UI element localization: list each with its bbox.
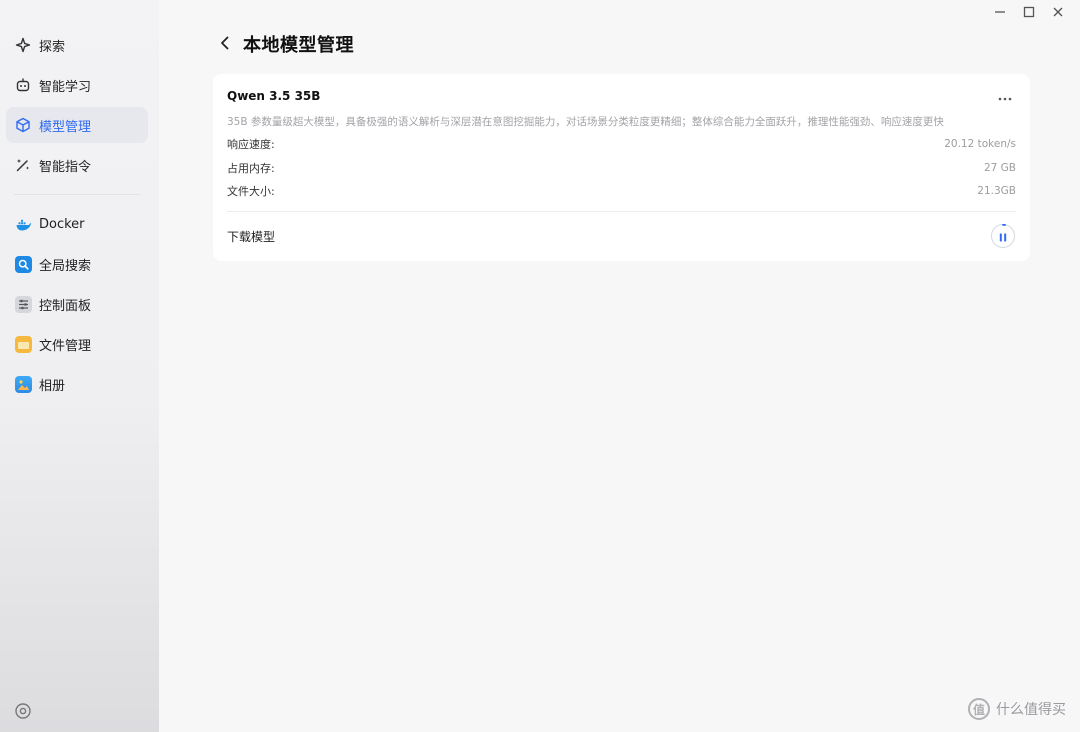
sidebar-item-label: 全局搜索 (39, 258, 92, 274)
settings-icon (14, 702, 32, 724)
sidebar-app-docker[interactable]: Docker (6, 206, 148, 242)
stat-value: 20.12 token/s (944, 138, 1016, 150)
sidebar-item-model-management[interactable]: 模型管理 (6, 107, 148, 143)
docker-icon (14, 215, 32, 233)
card-divider (227, 211, 1016, 212)
sidebar-item-explore[interactable]: 探索 (6, 27, 148, 63)
magic-wand-icon (14, 156, 32, 174)
settings-button[interactable] (13, 703, 33, 723)
stat-row-memory: 占用内存: 27 GB (227, 160, 1016, 176)
close-icon (1052, 3, 1064, 22)
folder-icon (14, 335, 32, 353)
stat-row-file-size: 文件大小: 21.3GB (227, 183, 1016, 199)
back-button[interactable] (215, 34, 235, 54)
stat-row-speed: 响应速度: 20.12 token/s (227, 136, 1016, 152)
photo-album-icon (14, 375, 32, 393)
stat-value: 27 GB (983, 162, 1016, 174)
sidebar-item-label: 智能学习 (39, 79, 92, 95)
page-title: 本地模型管理 (243, 35, 354, 56)
cube-icon (14, 116, 32, 134)
sidebar-item-label: 控制面板 (39, 298, 92, 314)
watermark: 值 什么值得买 (968, 698, 1066, 720)
stat-value: 21.3GB (977, 185, 1016, 197)
search-app-icon (14, 255, 32, 273)
sidebar-app-file-manager[interactable]: 文件管理 (6, 326, 148, 362)
stat-label: 文件大小: (227, 185, 275, 198)
maximize-button[interactable] (1019, 4, 1039, 20)
close-button[interactable] (1048, 4, 1068, 20)
watermark-logo: 值 (968, 698, 990, 720)
watermark-text: 什么值得买 (996, 702, 1066, 718)
sidebar-item-label: 探索 (39, 39, 66, 55)
maximize-icon (1023, 3, 1035, 22)
sidebar-app-global-search[interactable]: 全局搜索 (6, 246, 148, 282)
more-horizontal-icon (998, 86, 1012, 105)
sidebar-divider (14, 194, 140, 195)
pause-icon (999, 227, 1007, 246)
control-panel-icon (14, 295, 32, 313)
sidebar-item-smart-learning[interactable]: 智能学习 (6, 67, 148, 103)
sidebar-app-control-panel[interactable]: 控制面板 (6, 286, 148, 322)
sidebar-item-label: 相册 (39, 378, 66, 394)
minimize-icon (994, 3, 1006, 22)
sidebar-item-label: Docker (39, 216, 85, 232)
model-card: Qwen 3.5 35B 35B 参数量级超大模型，具备极强的语义解析与深层潜在… (213, 74, 1030, 261)
sidebar: 探索 智能学习 模型管理 智能指令 Docker 全局搜索 控制面板 文件管理 … (0, 0, 159, 732)
sidebar-item-label: 模型管理 (39, 119, 92, 135)
chevron-left-icon (219, 35, 231, 54)
model-name: Qwen 3.5 35B (227, 89, 321, 103)
sparkle-icon (14, 36, 32, 54)
stat-label: 响应速度: (227, 138, 275, 151)
model-description: 35B 参数量级超大模型，具备极强的语义解析与深层潜在意图挖掘能力，对话场景分类… (227, 116, 944, 128)
pause-download-button[interactable] (991, 224, 1015, 248)
robot-icon (14, 76, 32, 94)
download-label: 下载模型 (227, 230, 276, 244)
sidebar-item-label: 智能指令 (39, 159, 92, 175)
stat-label: 占用内存: (227, 162, 275, 175)
sidebar-app-photo-album[interactable]: 相册 (6, 366, 148, 402)
more-options-button[interactable] (994, 86, 1016, 104)
sidebar-item-smart-commands[interactable]: 智能指令 (6, 147, 148, 183)
sidebar-item-label: 文件管理 (39, 338, 92, 354)
minimize-button[interactable] (990, 4, 1010, 20)
